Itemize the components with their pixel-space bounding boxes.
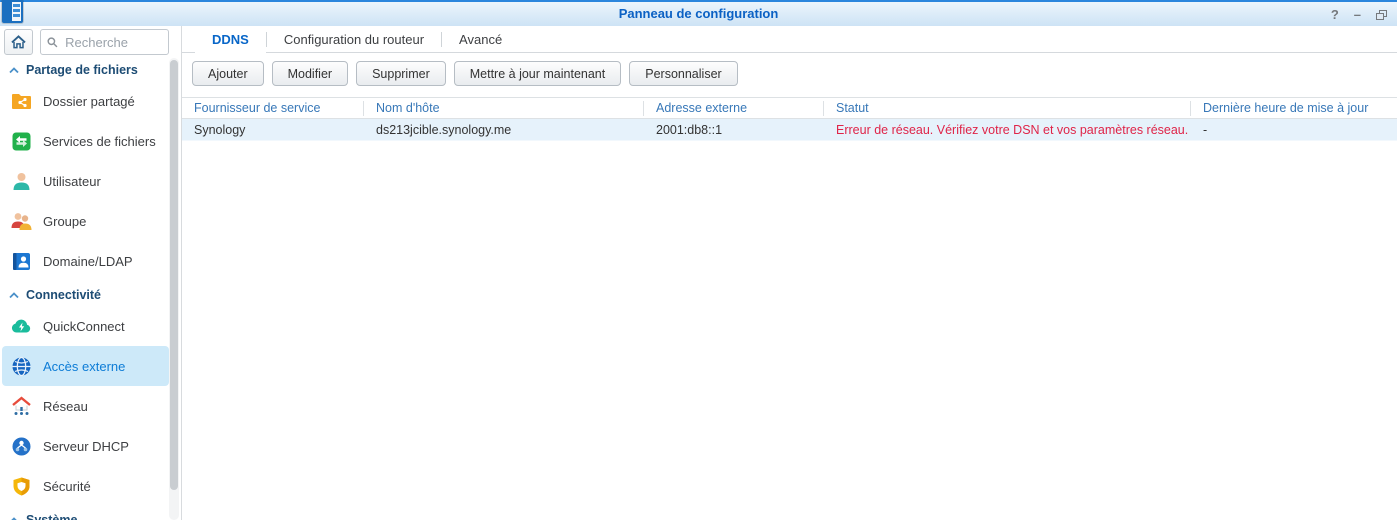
search-input[interactable]	[63, 33, 162, 51]
domain-ldap-icon	[11, 251, 32, 272]
sidebar-item-group[interactable]: Groupe	[2, 201, 169, 241]
external-access-icon	[11, 356, 32, 377]
collapse-chevron-icon	[10, 516, 18, 520]
tab-bar: DDNS Configuration du routeur Avancé	[182, 26, 1397, 53]
file-services-icon	[11, 131, 32, 152]
action-toolbar: Ajouter Modifier Supprimer Mettre à jour…	[182, 53, 1397, 94]
help-icon[interactable]: ?	[1331, 4, 1339, 26]
sidebar-item-label: Domaine/LDAP	[43, 253, 133, 269]
section-label: Connectivité	[26, 288, 102, 302]
column-header-hostname[interactable]: Nom d'hôte	[364, 100, 644, 116]
sidebar-item-network[interactable]: Réseau	[2, 386, 169, 426]
minimize-icon[interactable]: –	[1354, 4, 1361, 26]
sidebar-section-system[interactable]: Système	[0, 509, 181, 520]
sidebar-item-label: Serveur DHCP	[43, 438, 129, 454]
cell-last-update: -	[1203, 122, 1208, 137]
scrollbar-thumb[interactable]	[170, 60, 178, 490]
column-header-external-address[interactable]: Adresse externe	[644, 100, 824, 116]
dhcp-server-icon	[11, 436, 32, 457]
ddns-table: Fournisseur de service Nom d'hôte Adress…	[182, 97, 1397, 141]
restore-icon[interactable]	[1376, 10, 1387, 20]
sidebar-section-file-sharing[interactable]: Partage de fichiers	[0, 59, 181, 81]
tab-ddns[interactable]: DDNS	[195, 26, 266, 53]
tab-router-configuration[interactable]: Configuration du routeur	[267, 26, 441, 53]
section-label: Partage de fichiers	[26, 63, 138, 77]
home-button[interactable]	[4, 29, 33, 55]
tab-label: Configuration du routeur	[283, 32, 425, 47]
network-icon	[11, 395, 32, 417]
sidebar-scrollbar[interactable]	[169, 58, 179, 520]
shared-folder-icon	[11, 91, 32, 112]
user-icon	[11, 171, 32, 192]
tab-label: DDNS	[212, 31, 249, 47]
table-header: Fournisseur de service Nom d'hôte Adress…	[182, 97, 1397, 119]
control-panel-app-icon[interactable]	[2, 0, 23, 23]
sidebar-item-label: Groupe	[43, 213, 87, 229]
sidebar-item-dhcp-server[interactable]: Serveur DHCP	[2, 426, 169, 466]
cell-provider: Synology	[194, 122, 246, 137]
home-icon	[11, 35, 26, 49]
column-header-status[interactable]: Statut	[824, 100, 1191, 116]
main-content: DDNS Configuration du routeur Avancé Ajo…	[182, 26, 1397, 520]
collapse-chevron-icon	[9, 291, 19, 298]
titlebar: Panneau de configuration ? –	[0, 0, 1397, 26]
sidebar-item-quickconnect[interactable]: QuickConnect	[2, 306, 169, 346]
section-label: Système	[26, 513, 78, 520]
sidebar-item-label: Dossier partagé	[43, 93, 135, 109]
sidebar-item-label: QuickConnect	[43, 318, 125, 334]
sidebar-item-file-services[interactable]: Services de fichiers	[2, 121, 169, 161]
search-icon	[47, 36, 58, 47]
customize-button[interactable]: Personnaliser	[629, 61, 738, 86]
window-title: Panneau de configuration	[618, 6, 779, 21]
tab-advanced[interactable]: Avancé	[442, 26, 519, 53]
sidebar-item-external-access[interactable]: Accès externe	[2, 346, 169, 386]
group-icon	[11, 211, 32, 232]
sidebar-item-label: Accès externe	[43, 358, 126, 374]
edit-button[interactable]: Modifier	[271, 61, 349, 86]
sidebar-item-shared-folder[interactable]: Dossier partagé	[2, 81, 169, 121]
sidebar: Partage de fichiers Dossier partagé	[0, 26, 182, 520]
column-header-last-update[interactable]: Dernière heure de mise à jour	[1191, 101, 1397, 116]
cell-status: Erreur de réseau. Vérifiez votre DSN et …	[836, 122, 1189, 137]
sidebar-item-label: Utilisateur	[43, 173, 101, 189]
delete-button[interactable]: Supprimer	[356, 61, 446, 86]
add-button[interactable]: Ajouter	[192, 61, 264, 86]
update-now-button[interactable]: Mettre à jour maintenant	[453, 61, 622, 86]
sidebar-item-label: Réseau	[43, 398, 88, 414]
sidebar-item-label: Sécurité	[43, 478, 91, 494]
table-row[interactable]: Synology ds213jcible.synology.me 2001:db…	[182, 119, 1397, 141]
sidebar-item-label: Services de fichiers	[43, 133, 156, 149]
cell-external-address: 2001:db8::1	[656, 122, 723, 137]
quickconnect-icon	[11, 316, 32, 337]
collapse-chevron-icon	[9, 66, 19, 73]
column-header-provider[interactable]: Fournisseur de service	[182, 100, 364, 116]
sidebar-section-connectivity[interactable]: Connectivité	[0, 284, 181, 306]
sidebar-item-domain-ldap[interactable]: Domaine/LDAP	[2, 241, 169, 281]
security-icon	[11, 476, 32, 497]
sidebar-item-user[interactable]: Utilisateur	[2, 161, 169, 201]
tab-label: Avancé	[459, 32, 503, 47]
cell-hostname: ds213jcible.synology.me	[376, 122, 512, 137]
control-panel-window: Panneau de configuration ? – Recherche P…	[0, 0, 1397, 522]
sidebar-item-security[interactable]: Sécurité	[2, 466, 169, 506]
search-box[interactable]	[40, 29, 169, 55]
